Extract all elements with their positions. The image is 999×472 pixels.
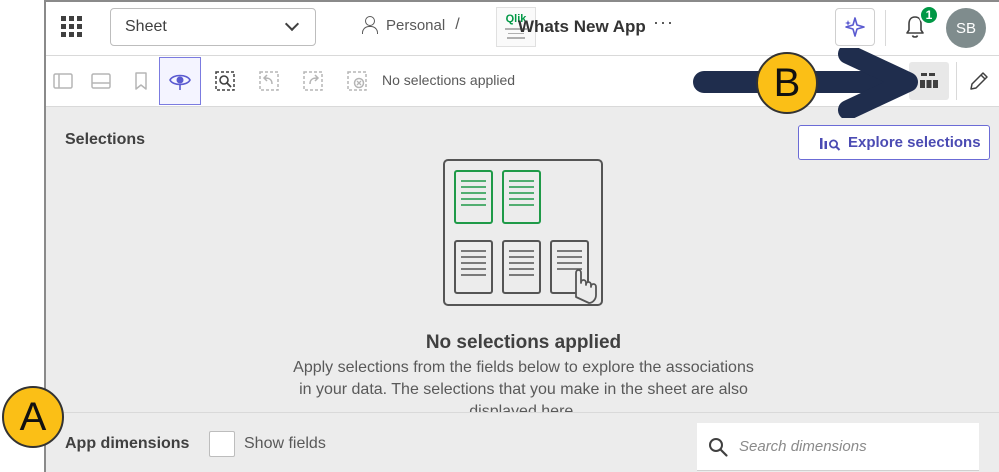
divider [956, 62, 957, 100]
selections-heading: Selections [65, 131, 146, 148]
explore-selections-button[interactable]: Explore selections [798, 125, 990, 160]
bottom-panel-icon[interactable] [90, 70, 112, 92]
show-fields-checkbox[interactable] [209, 431, 235, 457]
empty-state-title: No selections applied [425, 332, 622, 353]
callout-marker-a: A [2, 386, 64, 448]
breadcrumb-separator: / [455, 16, 460, 33]
empty-state-description: Apply selections from the fields below t… [293, 359, 754, 412]
step-back-icon[interactable] [258, 70, 280, 92]
sheet-selector[interactable]: Sheet [110, 8, 316, 46]
eye-icon [169, 74, 191, 90]
selection-status-text: No selections applied [382, 72, 516, 88]
left-panel-icon[interactable] [52, 70, 74, 92]
app-title: Whats New App [518, 17, 646, 36]
more-options-button[interactable]: ··· [653, 12, 674, 33]
notification-badge: 1 [919, 5, 939, 25]
app-dimensions-heading: App dimensions [65, 435, 190, 452]
bookmark-icon[interactable] [130, 70, 152, 92]
empty-selections-illustration [443, 159, 603, 306]
selections-grid-icon [920, 73, 938, 88]
callout-marker-b: B [756, 52, 818, 114]
selections-panel: Selections Explore selections No selecti… [46, 107, 999, 412]
clear-selections-icon[interactable] [346, 70, 368, 92]
search-dimensions-field[interactable] [697, 423, 979, 471]
breadcrumb: Personal / [362, 16, 472, 34]
explore-selections-label: Explore selections [848, 134, 981, 151]
show-fields-label[interactable]: Show fields [244, 435, 326, 453]
insights-toggle-button[interactable] [159, 57, 201, 105]
ai-assistant-button[interactable] [835, 8, 875, 46]
search-dimensions-input[interactable] [739, 438, 959, 455]
app-dimensions-bar: App dimensions Show fields [46, 412, 999, 472]
explore-icon [820, 137, 841, 151]
person-icon [362, 16, 378, 34]
edit-pencil-icon[interactable] [966, 68, 992, 94]
sparkle-icon [845, 17, 865, 37]
step-forward-icon[interactable] [302, 70, 324, 92]
search-icon [709, 437, 728, 457]
avatar[interactable]: SB [946, 8, 986, 48]
sheet-selector-value: Sheet [125, 18, 167, 35]
search-selection-icon[interactable] [214, 70, 236, 92]
chevron-down-icon [284, 16, 300, 32]
divider [885, 10, 886, 46]
app-menu-grid-icon[interactable] [60, 15, 82, 37]
breadcrumb-space[interactable]: Personal [386, 17, 445, 34]
